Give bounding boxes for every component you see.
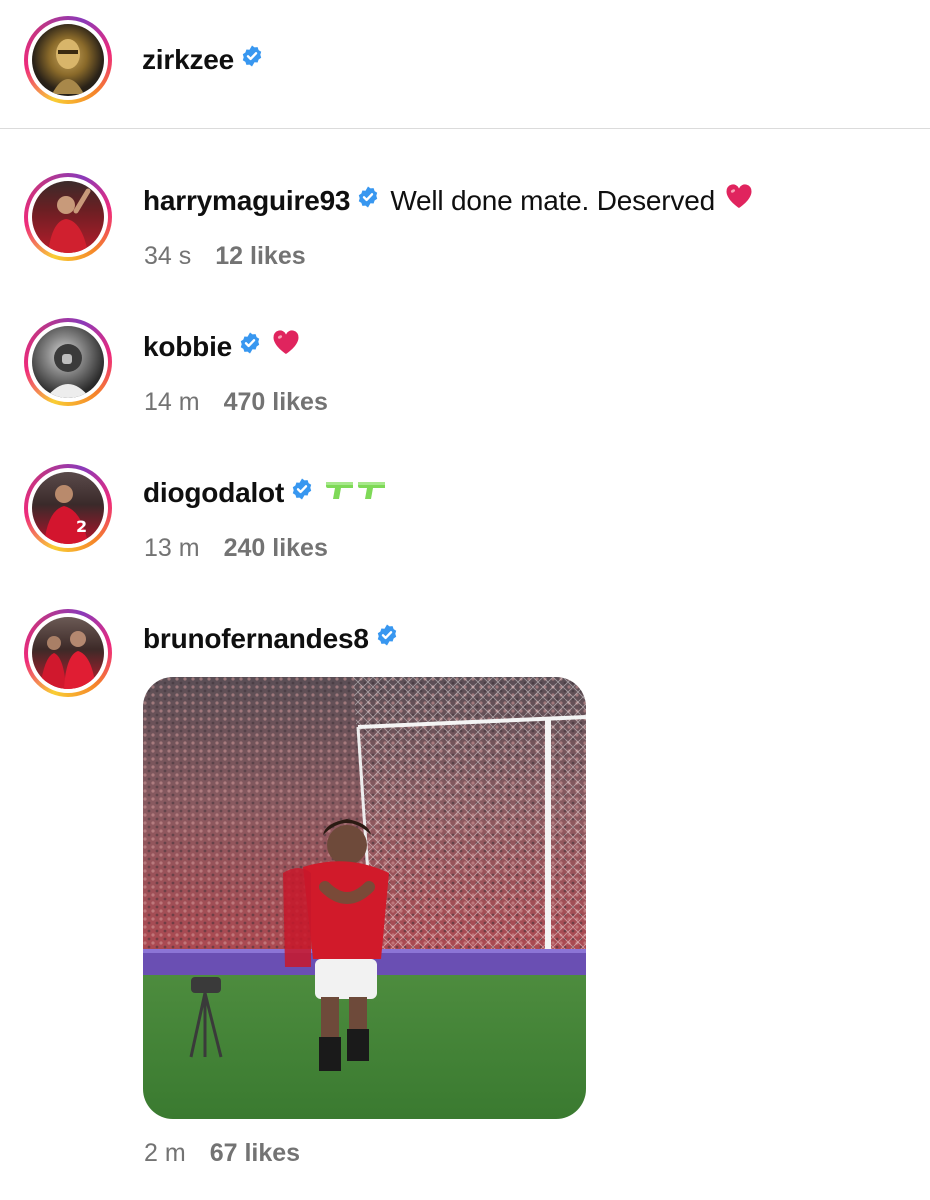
comment-meta: 2 m 67 likes	[144, 1138, 300, 1168]
comment-likes[interactable]: 240 likes	[224, 534, 328, 562]
verified-badge-icon	[290, 475, 314, 509]
verified-badge-icon	[240, 42, 264, 76]
author-username[interactable]: zirkzee	[142, 43, 264, 77]
author-avatar[interactable]	[24, 16, 112, 104]
celebration-image	[143, 677, 586, 1119]
comment-meta: 14 m 470 likes	[144, 387, 328, 417]
comment-text: Well done mate. Deserved	[390, 185, 715, 216]
verified-badge-icon	[238, 329, 262, 363]
comment-time: 2 m	[144, 1139, 186, 1167]
comment-time: 14 m	[144, 388, 200, 416]
verified-badge-icon	[375, 621, 399, 655]
header-divider	[0, 128, 930, 129]
water-pistol-icon	[356, 475, 386, 509]
verified-badge-icon	[356, 183, 380, 217]
comment-time: 13 m	[144, 534, 200, 562]
comment-likes[interactable]: 470 likes	[224, 388, 328, 416]
comment-text-row: kobbie	[143, 330, 300, 364]
comment-likes[interactable]: 12 likes	[215, 242, 305, 270]
comment-avatar[interactable]: 2	[24, 464, 112, 552]
svg-text:2: 2	[76, 517, 87, 536]
comment-text-row: diogodalot	[143, 476, 386, 510]
comment-likes[interactable]: 67 likes	[210, 1139, 300, 1167]
comment-meta: 34 s 12 likes	[144, 241, 306, 271]
red-heart-icon	[725, 183, 753, 217]
comment-username[interactable]: brunofernandes8	[143, 623, 369, 654]
comment-text-row: brunofernandes8	[143, 622, 399, 656]
comment-username[interactable]: kobbie	[143, 331, 232, 362]
comment-username[interactable]: harrymaguire93	[143, 185, 351, 216]
comment-avatar[interactable]	[24, 318, 112, 406]
comment-meta: 13 m 240 likes	[144, 533, 328, 563]
comment-avatar[interactable]	[24, 609, 112, 697]
water-pistol-icon	[324, 475, 354, 509]
comment-media-gif[interactable]	[143, 677, 586, 1119]
comment-text-row: harrymaguire93 Well done mate. Deserved	[143, 184, 753, 218]
red-heart-icon	[272, 329, 300, 363]
comment-avatar[interactable]	[24, 173, 112, 261]
comment-time: 34 s	[144, 242, 192, 270]
comment-username[interactable]: diogodalot	[143, 477, 284, 508]
